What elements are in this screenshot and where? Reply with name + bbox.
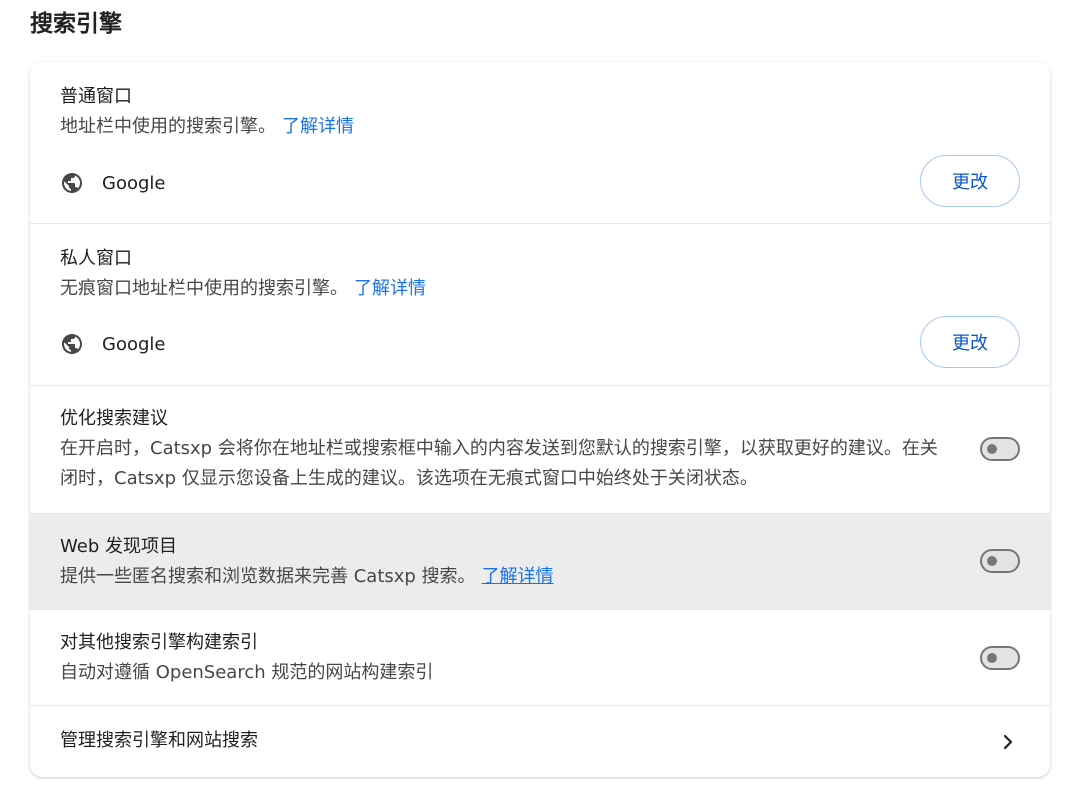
index-other-engines-section: 对其他搜索引擎构建索引 自动对遵循 OpenSearch 规范的网站构建索引	[30, 610, 1050, 706]
search-suggestions-section: 优化搜索建议 在开启时，Catsxp 会将你在地址栏或搜索框中输入的内容发送到您…	[30, 386, 1050, 514]
manage-search-engines-row[interactable]: 管理搜索引擎和网站搜索	[30, 706, 1050, 777]
toggle-knob	[987, 653, 997, 663]
index-other-engines-toggle[interactable]	[980, 646, 1020, 670]
web-discovery-section: Web 发现项目 提供一些匿名搜索和浏览数据来完善 Catsxp 搜索。 了解详情	[30, 514, 1050, 610]
normal-window-engine-name: Google	[102, 172, 166, 194]
normal-window-section: 普通窗口 地址栏中使用的搜索引擎。 了解详情 Google 更改	[30, 62, 1050, 224]
search-suggestions-title: 优化搜索建议	[60, 408, 168, 429]
normal-window-change-button[interactable]: 更改	[920, 155, 1020, 207]
private-window-section: 私人窗口 无痕窗口地址栏中使用的搜索引擎。 了解详情 Google 更改	[30, 224, 1050, 386]
private-window-title: 私人窗口	[60, 248, 132, 269]
private-window-desc: 无痕窗口地址栏中使用的搜索引擎。 了解详情	[60, 274, 426, 304]
chevron-right-icon	[1003, 734, 1013, 750]
private-window-learn-more-link[interactable]: 了解详情	[354, 278, 426, 299]
index-other-engines-desc: 自动对遵循 OpenSearch 规范的网站构建索引	[60, 662, 434, 683]
normal-window-title: 普通窗口	[60, 86, 132, 107]
manage-search-engines-title: 管理搜索引擎和网站搜索	[60, 730, 258, 751]
search-engine-card: 普通窗口 地址栏中使用的搜索引擎。 了解详情 Google 更改 私人窗口 无痕窗…	[30, 62, 1050, 777]
normal-window-engine: Google	[60, 168, 165, 198]
web-discovery-toggle[interactable]	[980, 549, 1020, 573]
web-discovery-desc: 提供一些匿名搜索和浏览数据来完善 Catsxp 搜索。 了解详情	[60, 562, 554, 592]
toggle-knob	[987, 444, 997, 454]
private-window-engine: Google	[60, 329, 165, 359]
private-window-engine-name: Google	[102, 333, 166, 355]
web-discovery-desc-text: 提供一些匿名搜索和浏览数据来完善 Catsxp 搜索。	[60, 566, 476, 587]
normal-window-desc-text: 地址栏中使用的搜索引擎。	[60, 116, 276, 137]
toggle-knob	[987, 556, 997, 566]
private-window-desc-text: 无痕窗口地址栏中使用的搜索引擎。	[60, 278, 348, 299]
web-discovery-learn-more-link[interactable]: 了解详情	[482, 566, 554, 587]
private-window-change-button[interactable]: 更改	[920, 316, 1020, 368]
normal-window-desc: 地址栏中使用的搜索引擎。 了解详情	[60, 112, 354, 142]
page-title: 搜索引擎	[30, 11, 122, 37]
normal-window-learn-more-link[interactable]: 了解详情	[282, 116, 354, 137]
web-discovery-title: Web 发现项目	[60, 536, 177, 557]
search-suggestions-toggle[interactable]	[980, 437, 1020, 461]
globe-icon	[62, 334, 82, 354]
index-other-engines-title: 对其他搜索引擎构建索引	[60, 632, 258, 653]
globe-icon	[62, 173, 82, 193]
search-suggestions-desc: 在开启时，Catsxp 会将你在地址栏或搜索框中输入的内容发送到您默认的搜索引擎…	[60, 438, 938, 489]
